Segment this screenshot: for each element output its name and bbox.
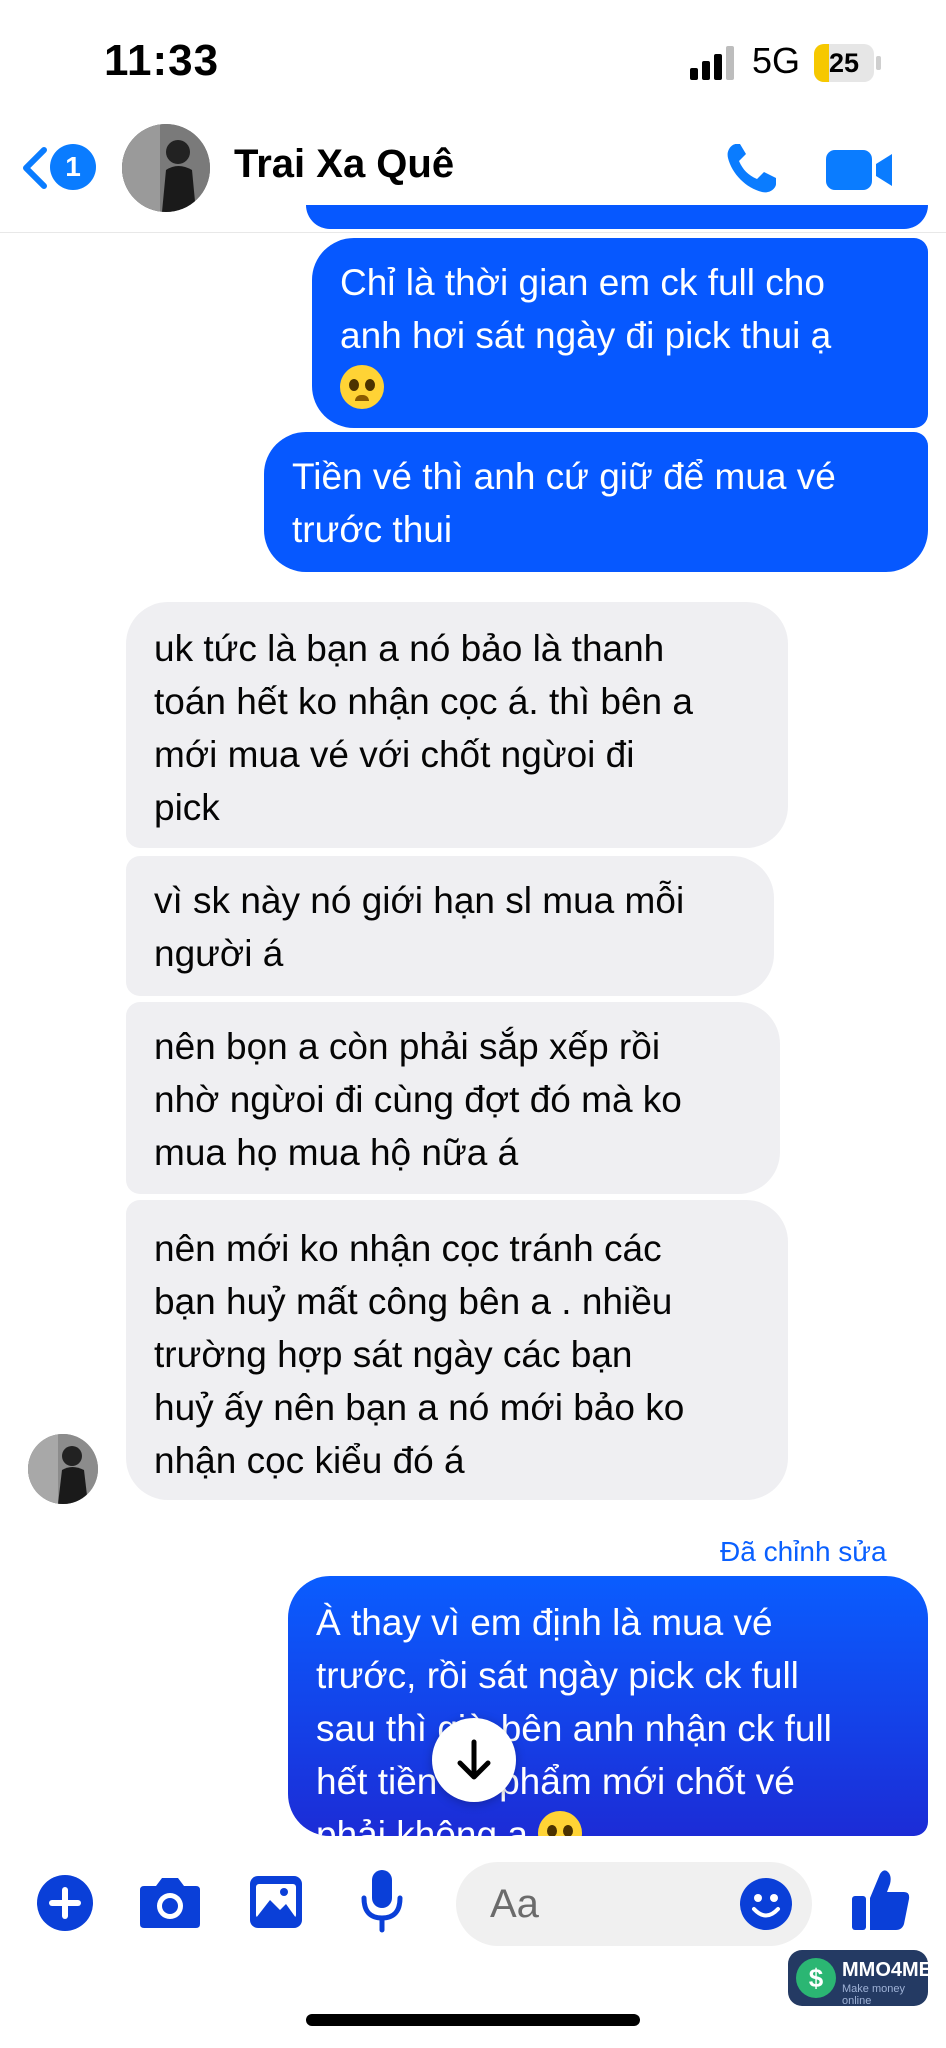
message-line: nhờ ngừoi đi cùng đợt đó mà ko xyxy=(154,1079,682,1120)
camera-icon[interactable] xyxy=(138,1874,202,1930)
arrow-down-icon xyxy=(457,1739,491,1780)
watermark-title: MMO4ME xyxy=(842,1959,932,1981)
message-line: nhận cọc kiểu đó á xyxy=(154,1440,465,1481)
message-bubble-incoming[interactable]: vì sk này nó giới hạn sl mua mỗi người á xyxy=(126,856,774,996)
watermark-subtitle: Make money online xyxy=(842,1983,905,2007)
microphone-icon[interactable] xyxy=(360,1868,404,1934)
phone-call-icon[interactable] xyxy=(722,140,782,198)
message-line: trước thui xyxy=(292,509,453,550)
battery-level: 25 xyxy=(828,48,860,78)
contact-name[interactable]: Trai Xa Quê xyxy=(234,142,454,187)
message-line: pick xyxy=(154,787,220,828)
message-line: nên bọn a còn phải sắp xếp rồi xyxy=(154,1026,661,1067)
header-divider xyxy=(0,232,946,233)
edited-label[interactable]: Đã chỉnh sửa xyxy=(720,1536,887,1568)
message-line: uk tức là bạn a nó bảo là thanh xyxy=(154,628,665,669)
message-line: trường hợp sát ngày các bạn xyxy=(154,1334,633,1375)
message-line: huỷ ấy nên bạn a nó mới bảo ko xyxy=(154,1387,685,1428)
video-call-icon[interactable] xyxy=(826,148,894,192)
thumbs-up-icon[interactable] xyxy=(850,1868,910,1932)
message-line: bạn huỷ mất công bên a . nhiều xyxy=(154,1281,673,1322)
message-line: Tiền vé thì anh cứ giữ để mua vé xyxy=(292,456,836,497)
watermark-logo: $ MMO4ME Make money online xyxy=(788,1950,932,2007)
pleading-face-emoji-icon xyxy=(340,365,384,409)
sender-avatar[interactable] xyxy=(28,1434,98,1504)
message-input[interactable]: Aa xyxy=(456,1862,812,1946)
gallery-icon[interactable] xyxy=(248,1874,304,1930)
message-line: người á xyxy=(154,933,284,974)
unread-badge: 1 xyxy=(50,144,96,190)
signal-strength-icon xyxy=(690,46,734,80)
status-time: 11:33 xyxy=(104,36,220,85)
message-line: trước, rồi sát ngày pick ck full xyxy=(316,1655,799,1696)
message-bubble-incoming[interactable]: nên bọn a còn phải sắp xếp rồi nhờ ngừoi… xyxy=(126,1002,780,1194)
message-line: phải không ạ xyxy=(316,1814,528,1836)
message-line: sau thì giờ bên anh nhận ck full xyxy=(316,1708,832,1749)
message-input-placeholder: Aa xyxy=(490,1882,539,1926)
home-indicator xyxy=(306,2014,640,2026)
message-line: hết tiền ấn phẩm mới chốt vé xyxy=(316,1761,795,1802)
chevron-left-icon xyxy=(23,147,47,189)
message-bubble-partial xyxy=(306,205,928,229)
battery-icon: 25 xyxy=(814,44,881,82)
message-line: mới mua vé với chốt ngừoi đi xyxy=(154,734,635,775)
message-line: nên mới ko nhận cọc tránh các xyxy=(154,1228,662,1269)
network-type: 5G xyxy=(752,40,801,81)
message-line: mua họ mua hộ nữa á xyxy=(154,1132,519,1173)
back-button[interactable]: 1 xyxy=(20,140,100,196)
message-line: Chỉ là thời gian em ck full cho xyxy=(340,262,825,303)
pleading-face-emoji-icon xyxy=(538,1811,583,1836)
message-line: toán hết ko nhận cọc á. thì bên a xyxy=(154,681,693,722)
dollar-coin-icon: $ xyxy=(796,1958,836,1998)
message-line: À thay vì em định là mua vé xyxy=(316,1602,773,1643)
message-bubble-outgoing[interactable]: Tiền vé thì anh cứ giữ để mua vé trước t… xyxy=(264,432,928,572)
message-line: anh hơi sát ngày đi pick thui ạ xyxy=(340,315,832,356)
message-line: vì sk này nó giới hạn sl mua mỗi xyxy=(154,880,685,921)
message-bubble-outgoing[interactable]: À thay vì em định là mua vé trước, rồi s… xyxy=(288,1576,928,1836)
scroll-to-bottom-button[interactable] xyxy=(432,1718,516,1802)
plus-icon[interactable] xyxy=(36,1874,94,1932)
emoji-icon[interactable] xyxy=(738,1876,794,1932)
contact-avatar[interactable] xyxy=(122,124,210,212)
message-bubble-outgoing[interactable]: Chỉ là thời gian em ck full cho anh hơi … xyxy=(312,238,928,428)
message-bubble-incoming[interactable]: nên mới ko nhận cọc tránh các bạn huỷ mấ… xyxy=(126,1200,788,1500)
message-bubble-incoming[interactable]: uk tức là bạn a nó bảo là thanh toán hết… xyxy=(126,602,788,848)
